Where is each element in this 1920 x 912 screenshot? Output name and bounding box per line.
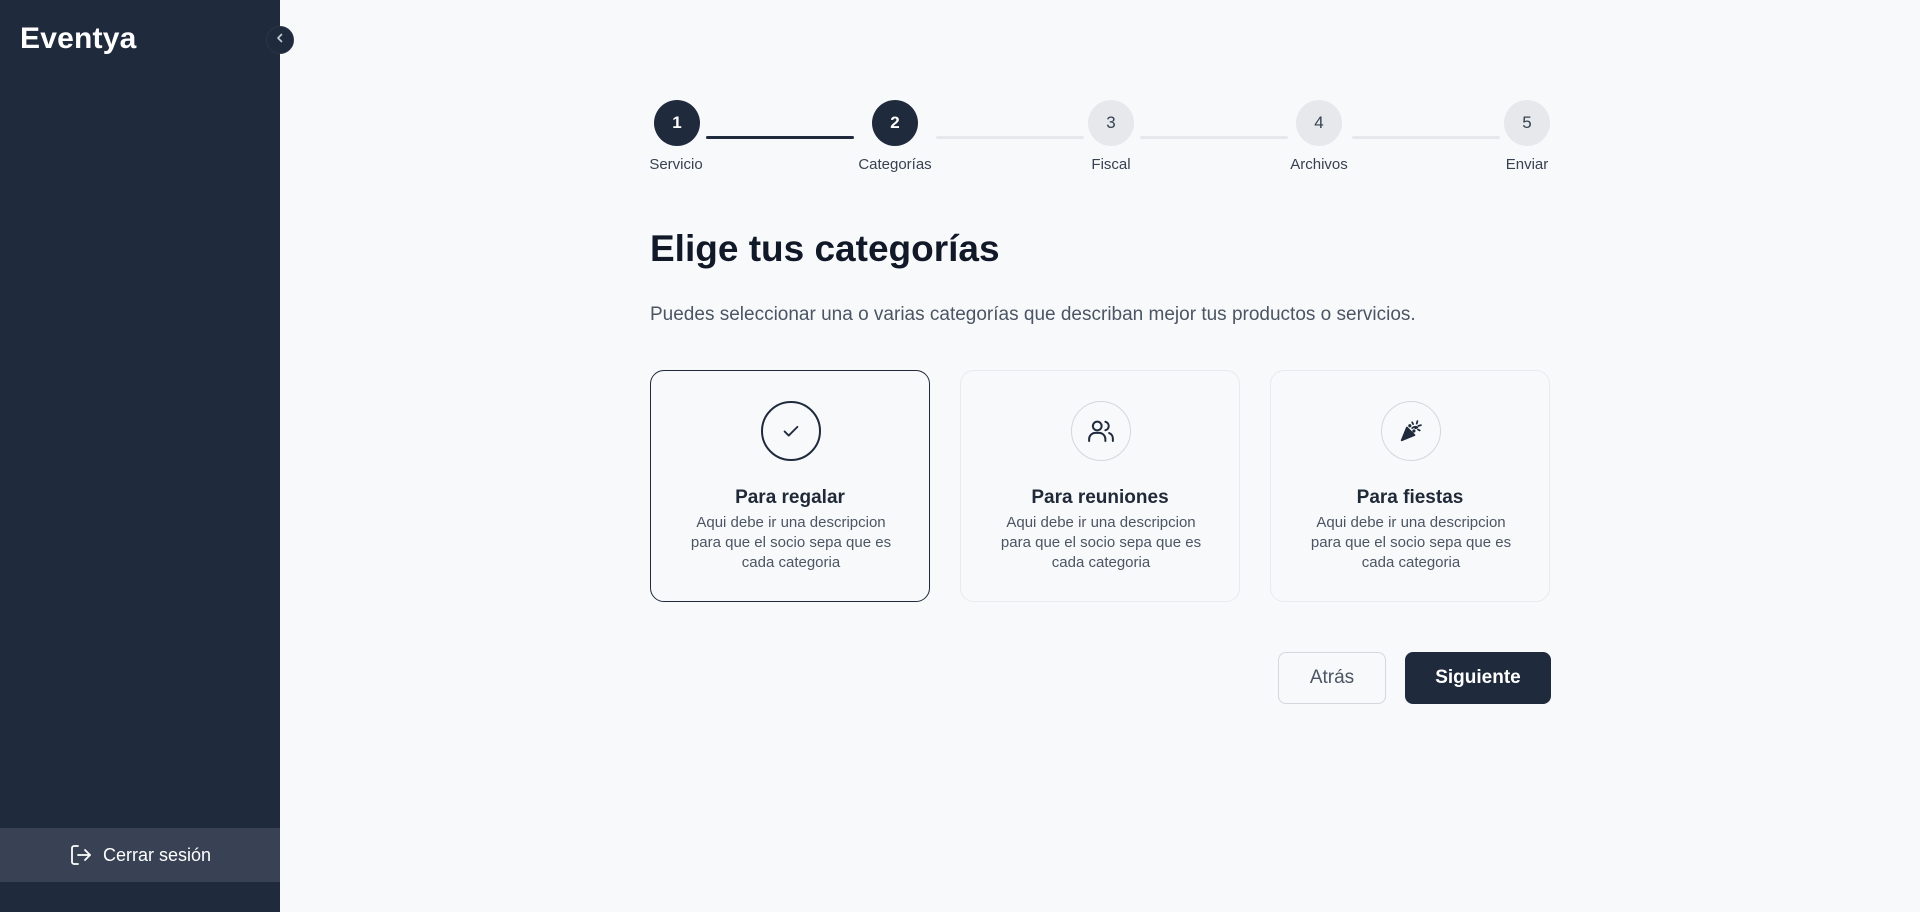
step-4-label: Archivos bbox=[1290, 156, 1348, 173]
category-description: Aqui debe ir una descripcion para que el… bbox=[1310, 514, 1512, 571]
step-connector-4-5 bbox=[1352, 136, 1500, 139]
step-4-circle[interactable]: 4 bbox=[1296, 100, 1342, 146]
step-connector-3-4 bbox=[1140, 136, 1288, 139]
category-card-para-fiestas[interactable]: Para fiestas Aqui debe ir una descripcio… bbox=[1270, 370, 1550, 602]
step-5-circle[interactable]: 5 bbox=[1504, 100, 1550, 146]
category-card-para-regalar[interactable]: Para regalar Aqui debe ir una descripcio… bbox=[650, 370, 930, 602]
logout-button[interactable]: Cerrar sesión bbox=[0, 828, 280, 882]
sidebar: Eventya Cerrar sesión bbox=[0, 0, 280, 912]
stepper: 1 2 3 4 5 Servicio Categorías Fiscal Arc… bbox=[649, 100, 1550, 180]
step-2-circle[interactable]: 2 bbox=[872, 100, 918, 146]
chevron-left-icon bbox=[274, 31, 286, 49]
check-icon bbox=[761, 401, 821, 461]
category-title: Para regalar bbox=[735, 487, 845, 508]
page-subtitle: Puedes seleccionar una o varias categorí… bbox=[650, 304, 1416, 325]
step-2-label: Categorías bbox=[858, 156, 932, 173]
next-button[interactable]: Siguiente bbox=[1405, 652, 1551, 704]
step-1-circle[interactable]: 1 bbox=[654, 100, 700, 146]
step-1-label: Servicio bbox=[649, 156, 703, 173]
category-card-para-reuniones[interactable]: Para reuniones Aqui debe ir una descripc… bbox=[960, 370, 1240, 602]
logout-icon bbox=[69, 843, 93, 867]
step-5-label: Enviar bbox=[1505, 156, 1549, 173]
category-title: Para reuniones bbox=[1031, 487, 1169, 508]
step-connector-2-3 bbox=[936, 136, 1084, 139]
step-connector-1-2 bbox=[706, 136, 854, 139]
users-icon bbox=[1071, 401, 1131, 461]
category-title: Para fiestas bbox=[1356, 487, 1464, 508]
logout-label: Cerrar sesión bbox=[102, 844, 212, 865]
sidebar-collapse-button[interactable] bbox=[266, 26, 294, 54]
category-description: Aqui debe ir una descripcion para que el… bbox=[1000, 514, 1202, 571]
category-description: Aqui debe ir una descripcion para que el… bbox=[690, 514, 892, 571]
party-popper-icon bbox=[1381, 401, 1441, 461]
step-3-label: Fiscal bbox=[1091, 156, 1131, 173]
brand-logo: Eventya bbox=[20, 22, 137, 55]
back-button[interactable]: Atrás bbox=[1278, 652, 1386, 704]
step-3-circle[interactable]: 3 bbox=[1088, 100, 1134, 146]
page-title: Elige tus categorías bbox=[650, 228, 1000, 269]
